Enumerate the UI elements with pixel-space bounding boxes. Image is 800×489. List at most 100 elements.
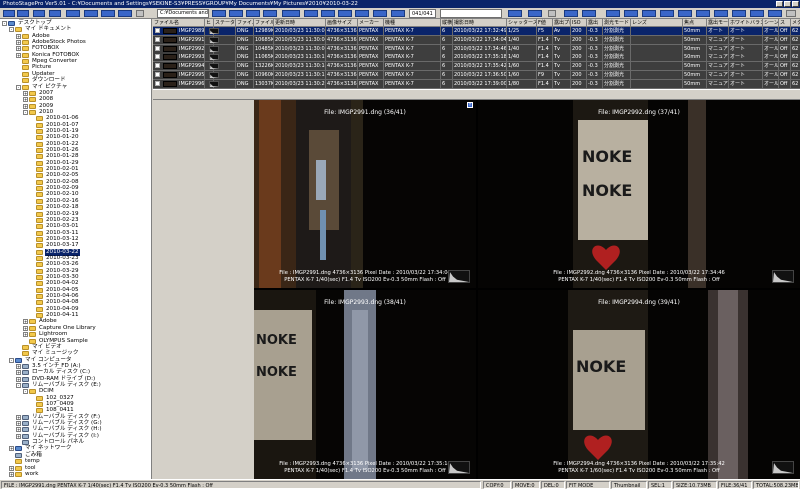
- toolbar-button-35[interactable]: [768, 10, 782, 17]
- column-header[interactable]: ヒ: [205, 19, 214, 27]
- toolbar-button-16[interactable]: [321, 10, 335, 17]
- toolbar-button-4[interactable]: [49, 10, 61, 17]
- tree-item[interactable]: + work: [9, 471, 40, 478]
- expand-icon[interactable]: +: [16, 363, 21, 369]
- toolbar-button-9[interactable]: [136, 10, 144, 17]
- image-pane-2[interactable]: NOKE NOKE File: IMGP2992.dng (37/41) Fil…: [478, 100, 800, 288]
- splitter-bar[interactable]: [153, 89, 800, 100]
- toolbar-button-33[interactable]: [732, 10, 746, 17]
- expand-icon[interactable]: +: [23, 103, 28, 109]
- column-header[interactable]: 画像サイズ: [326, 19, 358, 27]
- column-header[interactable]: ファイル形: [236, 19, 254, 27]
- collapse-icon[interactable]: -: [16, 382, 21, 388]
- row-checkbox[interactable]: [155, 63, 160, 69]
- expand-icon[interactable]: +: [23, 332, 28, 338]
- expand-icon[interactable]: +: [16, 52, 21, 58]
- toolbar-button-12[interactable]: [246, 10, 260, 17]
- toolbar-button-29[interactable]: [660, 10, 674, 17]
- table-row[interactable]: IMGP2994.dng DNG13226KB2010/03/23 11:30:1…: [153, 62, 800, 71]
- toolbar-button-17[interactable]: [338, 10, 352, 17]
- toolbar-button-15[interactable]: [304, 10, 318, 17]
- expand-icon[interactable]: +: [23, 97, 28, 103]
- toolbar-button-5[interactable]: [66, 10, 80, 17]
- toolbar-button-26[interactable]: [606, 10, 620, 17]
- toolbar-button-21[interactable]: [508, 10, 522, 17]
- column-header[interactable]: 焦点: [683, 19, 707, 27]
- expand-icon[interactable]: +: [16, 40, 21, 46]
- image-pane-1[interactable]: File: IMGP2991.dng (36/41) Y File : IMGP…: [254, 100, 476, 288]
- flag-icon[interactable]: Y: [467, 102, 473, 108]
- column-header[interactable]: 縦横: [441, 19, 453, 27]
- toolbar-button-8[interactable]: [118, 10, 132, 17]
- toolbar-button-18[interactable]: [355, 10, 369, 17]
- expand-icon[interactable]: +: [16, 33, 21, 39]
- toolbar-button-24[interactable]: [564, 10, 578, 17]
- image-pane-4[interactable]: NOKE File: IMGP2994.dng (39/41) File : I…: [478, 290, 800, 479]
- toolbar-button-13[interactable]: [263, 10, 277, 17]
- expand-icon[interactable]: +: [9, 465, 14, 471]
- column-header[interactable]: ス: [779, 19, 791, 27]
- toolbar-button-2[interactable]: [17, 10, 29, 17]
- toolbar-button-25[interactable]: [582, 10, 596, 17]
- row-checkbox[interactable]: [155, 28, 160, 33]
- expand-icon[interactable]: +: [16, 433, 21, 439]
- collapse-icon[interactable]: -: [2, 21, 7, 26]
- expand-icon[interactable]: +: [16, 370, 21, 376]
- column-header[interactable]: シーン: [763, 19, 779, 27]
- expand-icon[interactable]: +: [23, 325, 28, 331]
- expand-icon[interactable]: +: [16, 376, 21, 382]
- table-row[interactable]: IMGP2991.dng DNG10685KB2010/03/23 11:30:0…: [153, 35, 800, 44]
- toolbar-button-22[interactable]: [528, 10, 542, 17]
- toolbar-button-32[interactable]: [714, 10, 728, 17]
- path-combo[interactable]: C:¥Documents and Se: [157, 9, 209, 18]
- toolbar-button-36[interactable]: [786, 10, 796, 17]
- toolbar-button-11[interactable]: [229, 10, 243, 17]
- row-checkbox[interactable]: [155, 36, 160, 42]
- expand-icon[interactable]: +: [16, 414, 21, 420]
- close-button[interactable]: [792, 1, 799, 7]
- image-viewer[interactable]: File: IMGP2991.dng (36/41) Y File : IMGP…: [254, 100, 800, 479]
- column-header[interactable]: レンズ: [631, 19, 683, 27]
- expand-icon[interactable]: +: [23, 90, 28, 96]
- file-table[interactable]: ファイル名ヒステータファイル形ファイルサ更新日時画像サイズメーカー機種縦横撮影日…: [153, 19, 800, 89]
- toolbar-button-20[interactable]: [391, 10, 405, 17]
- folder-tree[interactable]: - デスクトップ - マイ ドキュメント + Adobe + AdobeStock Photo…: [0, 19, 152, 479]
- table-row[interactable]: IMGP2996.dng DNG13037KB2010/03/23 11:30:2…: [153, 79, 800, 88]
- zoom-combo[interactable]: [440, 9, 502, 18]
- table-row[interactable]: IMGP2992.dng DNG10485KB2010/03/23 11:30:0…: [153, 44, 800, 53]
- expand-icon[interactable]: +: [16, 427, 21, 433]
- row-checkbox[interactable]: [155, 72, 160, 77]
- toolbar-button-31[interactable]: [696, 10, 710, 17]
- toolbar-button-23[interactable]: [548, 10, 556, 17]
- toolbar-button-30[interactable]: [678, 10, 692, 17]
- column-header[interactable]: ISO: [571, 19, 587, 27]
- column-header[interactable]: ファイル名: [153, 19, 205, 27]
- toolbar-button-19[interactable]: [373, 10, 387, 17]
- column-header[interactable]: ステータ: [214, 19, 236, 27]
- row-checkbox[interactable]: [155, 45, 160, 51]
- maximize-button[interactable]: [784, 1, 791, 7]
- column-header[interactable]: シャッタースピード: [507, 19, 537, 27]
- toolbar-button-14[interactable]: [282, 10, 300, 17]
- expand-icon[interactable]: +: [16, 421, 21, 427]
- column-header[interactable]: F値: [537, 19, 553, 27]
- column-header[interactable]: メタリング: [791, 19, 800, 27]
- toolbar-button-3[interactable]: [33, 10, 45, 17]
- table-row[interactable]: IMGP2993.dng DNG11065KB2010/03/23 11:30:1…: [153, 53, 800, 62]
- column-header[interactable]: ファイルサ: [254, 19, 274, 27]
- column-header[interactable]: 測光モード: [603, 19, 631, 27]
- collapse-icon[interactable]: -: [16, 84, 21, 90]
- collapse-icon[interactable]: -: [23, 389, 28, 395]
- collapse-icon[interactable]: -: [9, 357, 14, 363]
- table-row[interactable]: IMGP2995.dng DNG10960KB2010/03/23 11:30:1…: [153, 71, 800, 79]
- expand-icon[interactable]: +: [9, 471, 14, 477]
- column-header[interactable]: 露出モー: [707, 19, 729, 27]
- collapse-icon[interactable]: -: [9, 27, 14, 33]
- minimize-button[interactable]: [776, 1, 783, 7]
- collapse-icon[interactable]: -: [23, 109, 28, 115]
- toolbar-button-1[interactable]: [3, 10, 15, 17]
- column-header[interactable]: ホワイトバランス: [729, 19, 763, 27]
- table-row[interactable]: IMGP2989.dng DNG12989KB2010/03/23 11:30:0…: [153, 27, 800, 35]
- image-pane-3[interactable]: NOKE NOKE File: IMGP2993.dng (38/41) Fil…: [254, 290, 476, 479]
- column-header[interactable]: 撮影日時: [453, 19, 507, 27]
